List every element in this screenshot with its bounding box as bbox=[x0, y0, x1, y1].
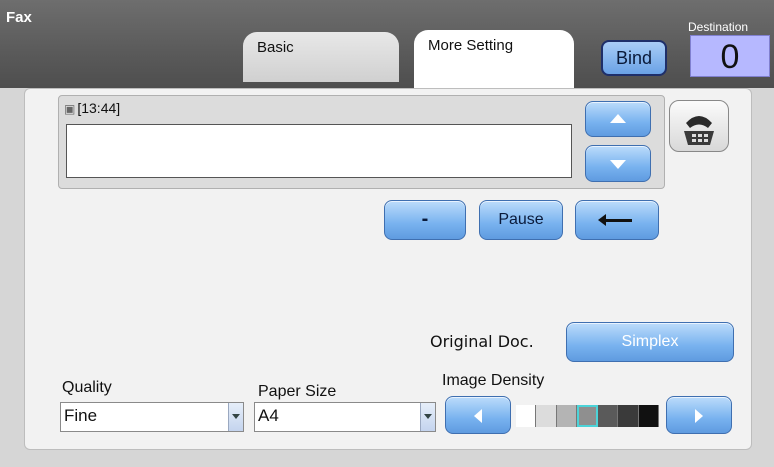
density-darker-button[interactable] bbox=[666, 396, 732, 434]
paper-size-label: Paper Size bbox=[258, 383, 337, 400]
paper-size-value: A4 bbox=[258, 406, 279, 425]
tab-basic-label: Basic bbox=[257, 39, 294, 56]
chevron-down-icon[interactable] bbox=[420, 403, 435, 431]
tab-basic[interactable]: Basic bbox=[243, 32, 399, 82]
tab-more-setting[interactable]: More Setting bbox=[414, 30, 574, 88]
telephone-icon bbox=[684, 116, 714, 145]
density-level-cell[interactable] bbox=[638, 405, 659, 427]
on-hook-button[interactable] bbox=[669, 100, 729, 152]
dash-button[interactable]: - bbox=[384, 200, 466, 240]
app-title: Fax bbox=[6, 9, 32, 26]
density-level-cell[interactable] bbox=[597, 405, 619, 427]
density-level-cell[interactable] bbox=[516, 405, 537, 427]
density-level-cell[interactable] bbox=[536, 405, 557, 427]
fax-number-input[interactable] bbox=[66, 124, 572, 178]
fax-icon: ▣ bbox=[64, 102, 76, 116]
tab-more-setting-label: More Setting bbox=[428, 37, 514, 54]
scroll-down-button[interactable] bbox=[585, 145, 651, 182]
left-arrow-icon bbox=[598, 214, 632, 226]
scroll-up-button[interactable] bbox=[585, 101, 651, 137]
quality-label: Quality bbox=[62, 379, 112, 396]
quality-select[interactable]: Fine bbox=[60, 402, 244, 432]
chevron-down-icon[interactable] bbox=[228, 403, 243, 431]
quality-value: Fine bbox=[64, 406, 98, 425]
density-lighter-button[interactable] bbox=[445, 396, 511, 434]
bind-button[interactable]: Bind bbox=[601, 40, 667, 76]
density-level-cell[interactable] bbox=[618, 405, 639, 427]
pause-button[interactable]: Pause bbox=[479, 200, 563, 240]
destination-count: 0 bbox=[690, 35, 770, 77]
simplex-button[interactable]: Simplex bbox=[566, 322, 734, 362]
image-density-label: Image Density bbox=[442, 372, 545, 389]
density-level-cell[interactable] bbox=[577, 405, 598, 427]
original-doc-label: Original Doc. bbox=[430, 332, 534, 351]
time-stamp: ▣ [13:44] bbox=[64, 100, 120, 116]
right-triangle-icon bbox=[695, 409, 703, 423]
paper-size-select[interactable]: A4 bbox=[254, 402, 436, 432]
backspace-button[interactable] bbox=[575, 200, 659, 240]
time-text: [13:44] bbox=[77, 100, 121, 116]
density-scale bbox=[516, 405, 659, 427]
density-level-cell[interactable] bbox=[556, 405, 578, 427]
up-arrow-icon bbox=[610, 114, 626, 123]
left-triangle-icon bbox=[474, 409, 482, 423]
destination-label: Destination bbox=[688, 20, 749, 34]
down-arrow-icon bbox=[610, 160, 626, 169]
